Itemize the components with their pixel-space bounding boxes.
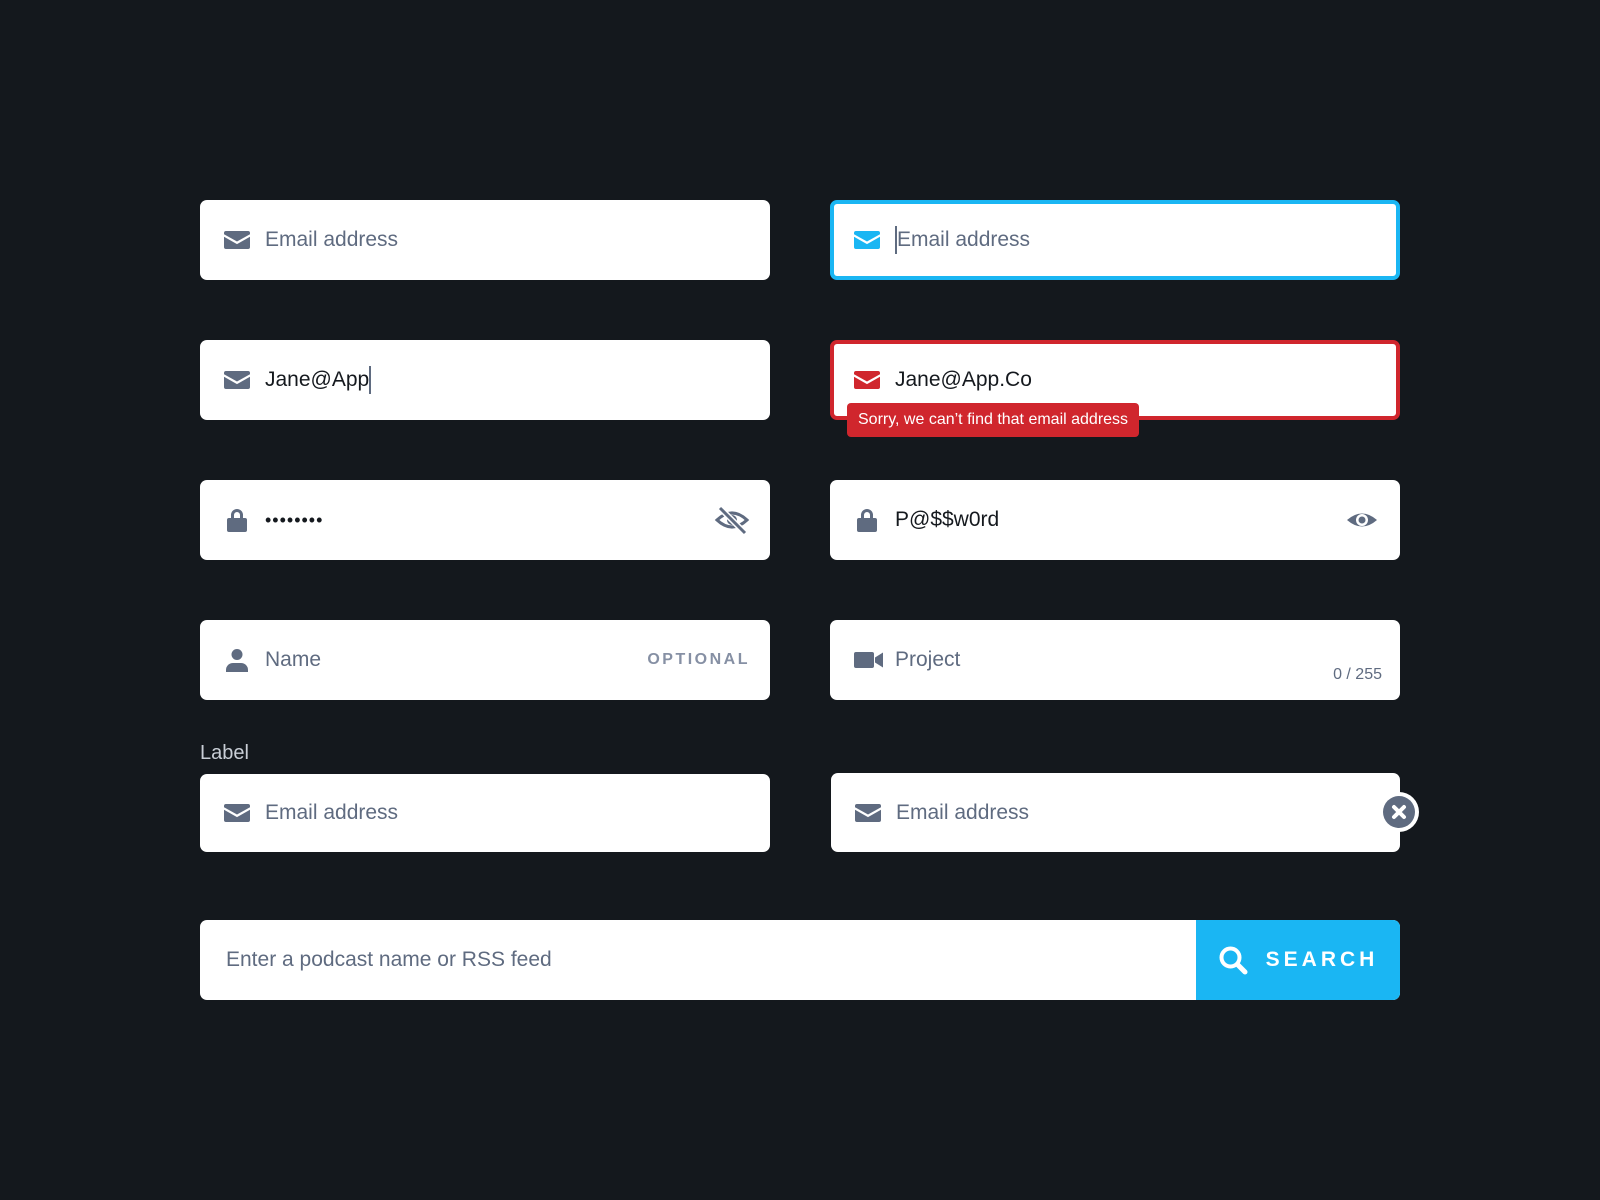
name-field[interactable]: Name OPTIONAL: [200, 620, 770, 700]
envelope-icon: [854, 227, 880, 253]
search-button-label: SEARCH: [1265, 948, 1379, 971]
project-placeholder: Project: [895, 648, 961, 671]
email-value: Jane@App: [265, 340, 372, 420]
podcast-search-bar: Enter a podcast name or RSS feed SEARCH: [200, 920, 1400, 1000]
envelope-icon: [855, 800, 881, 826]
lock-icon: [854, 507, 880, 533]
search-input[interactable]: Enter a podcast name or RSS feed: [226, 920, 1196, 1000]
search-button[interactable]: SEARCH: [1196, 920, 1400, 1000]
email-field[interactable]: Email address: [200, 200, 770, 280]
email-placeholder: Email address: [895, 204, 1030, 276]
envelope-icon: [224, 800, 250, 826]
email-value-text: Jane@App: [265, 368, 370, 391]
email-placeholder: Email address: [265, 801, 399, 824]
email-field-typing[interactable]: Jane@App: [200, 340, 770, 420]
field-label: Label: [200, 742, 249, 764]
user-icon: [224, 647, 250, 673]
video-camera-icon: [854, 647, 884, 673]
password-field-visible[interactable]: P@$$w0rd: [830, 480, 1400, 560]
clearable-email-field[interactable]: Email address: [831, 773, 1400, 852]
password-value: ••••••••: [265, 509, 324, 530]
envelope-icon: [224, 367, 250, 393]
email-placeholder: Email address: [896, 800, 1030, 824]
labeled-email-field[interactable]: Email address: [200, 774, 770, 852]
error-message: Sorry, we can’t find that email address: [847, 403, 1140, 437]
text-cursor: [369, 366, 372, 394]
eye-slash-icon[interactable]: [714, 502, 750, 538]
password-value: P@$$w0rd: [895, 508, 1000, 531]
envelope-icon: [224, 227, 250, 253]
optional-badge: OPTIONAL: [647, 651, 750, 668]
search-icon: [1218, 945, 1248, 975]
email-placeholder: Email address: [265, 228, 399, 251]
character-counter: 0 / 255: [1333, 666, 1382, 683]
email-placeholder-text: Email address: [897, 228, 1031, 251]
eye-icon[interactable]: [1344, 502, 1380, 538]
password-field-hidden[interactable]: ••••••••: [200, 480, 770, 560]
name-placeholder: Name: [265, 648, 322, 671]
clear-button[interactable]: [1379, 792, 1419, 832]
envelope-icon: [854, 367, 880, 393]
project-field[interactable]: Project 0 / 255: [830, 620, 1400, 700]
close-icon: [1383, 796, 1415, 828]
email-field-focused[interactable]: Email address: [830, 200, 1400, 280]
lock-icon: [224, 507, 250, 533]
